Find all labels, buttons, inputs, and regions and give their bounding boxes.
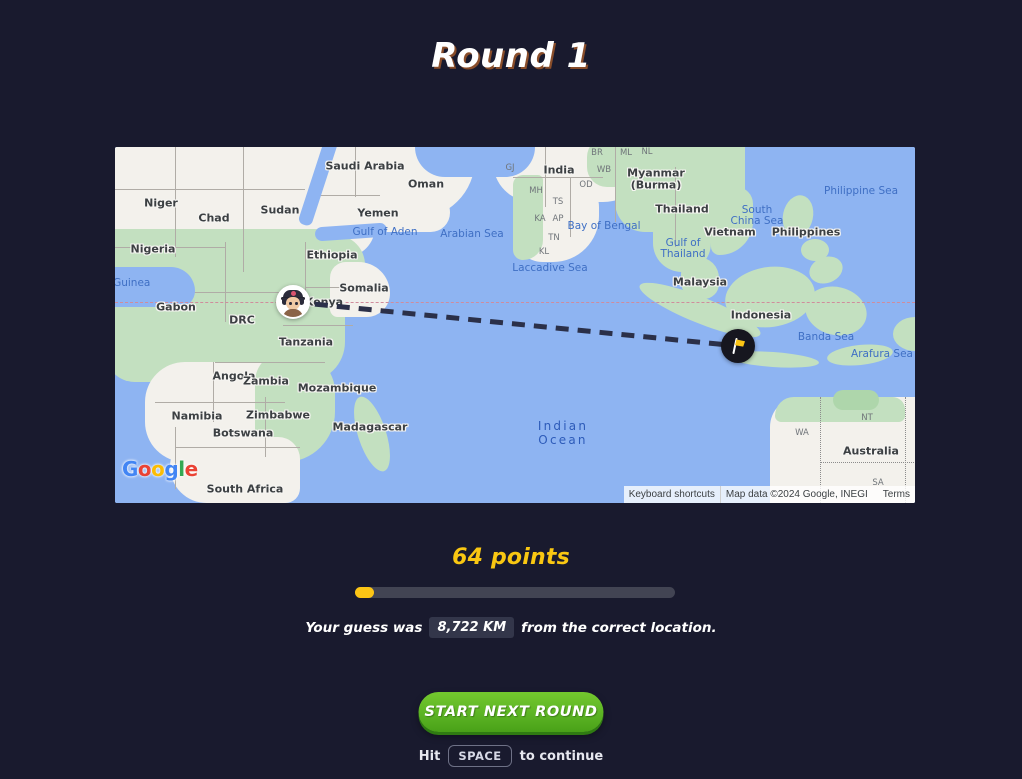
map-attribution-bar: Keyboard shortcuts Map data ©2024 Google… — [623, 486, 915, 503]
map-canvas: Niger Chad Sudan Nigeria Ethiopia Somalia Keny… — [115, 147, 915, 503]
page-title: Round 1 — [431, 36, 591, 76]
guess-connector-line — [292, 299, 739, 349]
score-progress-fill — [355, 587, 375, 598]
result-map[interactable]: Niger Chad Sudan Nigeria Ethiopia Somalia Keny… — [115, 147, 915, 503]
terms-link[interactable]: Terms — [872, 486, 915, 503]
player-avatar-marker[interactable] — [276, 285, 310, 319]
space-key-badge: SPACE — [448, 745, 512, 767]
score-progress-bar — [355, 587, 675, 598]
distance-prefix-text: Your guess was — [305, 619, 423, 636]
flag-icon — [732, 338, 745, 354]
avatar-eye-right-icon — [295, 302, 298, 305]
distance-suffix-text: from the correct location. — [521, 619, 717, 636]
points-label: 64 points — [452, 545, 570, 570]
start-next-round-button[interactable]: START NEXT ROUND — [418, 692, 604, 732]
map-data-credit: Map data ©2024 Google, INEGI — [720, 486, 873, 503]
hint-suffix-text: to continue — [519, 748, 604, 764]
avatar-cap-logo-icon — [291, 291, 296, 296]
avatar-eye-left-icon — [289, 302, 292, 305]
hint-prefix-text: Hit — [418, 748, 441, 764]
keyboard-hint: Hit SPACE to continue — [0, 745, 1022, 767]
keyboard-shortcuts-button[interactable]: Keyboard shortcuts — [623, 486, 721, 503]
correct-location-flag-marker[interactable] — [721, 329, 755, 363]
distance-summary: Your guess was 8,722 KM from the correct… — [0, 617, 1022, 638]
distance-value-badge: 8,722 KM — [429, 617, 515, 638]
google-logo: Google — [122, 457, 198, 481]
